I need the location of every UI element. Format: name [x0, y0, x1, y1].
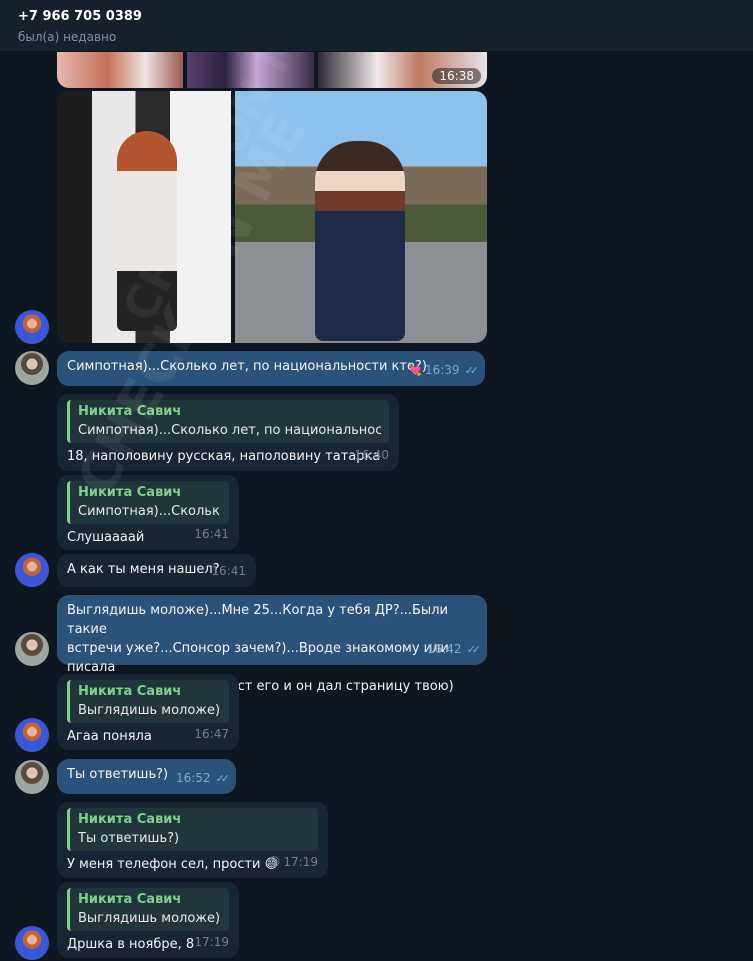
contact-status: был(а) недавно — [18, 30, 117, 44]
reaction-grin-icon[interactable]: 😁 — [268, 853, 281, 872]
quote-author: Никита Савич — [78, 485, 182, 500]
quote-author: Никита Савич — [78, 684, 182, 699]
chat-header[interactable]: +7 966 705 0389 был(а) недавно — [0, 0, 753, 52]
message-time: 16:40 — [354, 448, 389, 462]
contact-avatar[interactable] — [15, 553, 49, 587]
message-text: Слушаааай — [67, 530, 145, 545]
photo-park[interactable] — [235, 91, 487, 343]
message-bubble[interactable]: Никита Савич Выглядишь моложе).... Агаа … — [57, 674, 239, 750]
contact-avatar[interactable] — [15, 926, 49, 960]
message-text: А как ты меня нашел? — [67, 562, 220, 577]
photo-thumb[interactable] — [57, 52, 183, 88]
message-text: 18, наполовину русская, наполовину татар… — [67, 449, 381, 464]
read-checks-icon: ✓✓ — [464, 364, 480, 377]
quote-text: Симпотная)...Скольк... — [78, 504, 221, 519]
message-bubble[interactable]: А как ты меня нашел? 16:41 — [57, 554, 256, 587]
message-text: У меня телефон сел, прости — [67, 857, 261, 872]
reply-quote[interactable]: Никита Савич Симпотная)...Сколько лет, п… — [67, 400, 389, 443]
my-avatar[interactable] — [15, 632, 49, 666]
quote-text: Выглядишь моложе).... — [78, 911, 221, 926]
message-bubble[interactable]: Никита Савич Ты ответишь?) У меня телефо… — [57, 802, 328, 878]
contact-avatar[interactable] — [15, 310, 49, 344]
reply-quote[interactable]: Никита Савич Выглядишь моложе).... — [67, 888, 229, 931]
quote-text: Ты ответишь?) — [78, 831, 180, 846]
reply-quote[interactable]: Никита Савич Выглядишь моложе).... — [67, 680, 229, 723]
contact-phone[interactable]: +7 966 705 0389 — [18, 9, 142, 24]
message-bubble[interactable]: Никита Савич Симпотная)...Сколько лет, п… — [57, 394, 399, 471]
photo-thumb[interactable] — [187, 52, 314, 88]
message-bubble[interactable]: Никита Савич Симпотная)...Скольк... Слуш… — [57, 475, 239, 550]
message-time: 17:19 — [283, 855, 318, 869]
message-bubble[interactable]: Симпотная)...Сколько лет, по национально… — [57, 351, 485, 386]
photo-thumb[interactable]: 16:38 — [318, 52, 487, 88]
photo-selfie[interactable] — [57, 91, 231, 343]
photo-time: 16:38 — [432, 68, 481, 84]
message-bubble[interactable]: Выглядишь моложе)...Мне 25...Когда у теб… — [57, 595, 487, 694]
quote-text: Выглядишь моложе).... — [78, 703, 221, 718]
message-bubble[interactable]: Ты ответишь?) 16:52 ✓✓ — [57, 759, 236, 794]
message-time: 16:39 — [424, 363, 460, 377]
quote-text: Симпотная)...Сколько лет, по национально… — [78, 423, 381, 438]
reaction-heart-icon[interactable]: 💘 — [408, 361, 422, 380]
message-bubble[interactable]: Никита Савич Выглядишь моложе).... Дршка… — [57, 882, 239, 958]
quote-author: Никита Савич — [78, 404, 182, 419]
message-time: 16:47 — [194, 727, 229, 741]
read-checks-icon: ✓✓ — [466, 643, 482, 656]
quote-author: Никита Савич — [78, 812, 182, 827]
message-list[interactable]: 16:38 Симпотная)...Сколько лет, по нацио… — [0, 52, 753, 961]
message-text: Симпотная)...Сколько лет, по национально… — [67, 359, 427, 374]
contact-avatar[interactable] — [15, 718, 49, 752]
reply-quote[interactable]: Никита Савич Ты ответишь?) — [67, 808, 318, 851]
message-time: 16:41 — [194, 527, 229, 541]
message-text: Ты ответишь?) — [67, 767, 169, 782]
quote-author: Никита Савич — [78, 892, 182, 907]
my-avatar[interactable] — [15, 351, 49, 385]
message-text: Агаа поняла — [67, 729, 152, 744]
my-avatar[interactable] — [15, 760, 49, 794]
message-text: Дршка в ноябре, 8 — [67, 937, 195, 952]
message-time: 16:41 — [211, 564, 246, 578]
message-time: 17:19 — [194, 935, 229, 949]
message-time: 16:52 — [175, 771, 211, 785]
reply-quote[interactable]: Никита Савич Симпотная)...Скольк... — [67, 481, 229, 524]
read-checks-icon: ✓✓ — [215, 772, 231, 785]
message-time: 16:42 — [426, 642, 462, 656]
